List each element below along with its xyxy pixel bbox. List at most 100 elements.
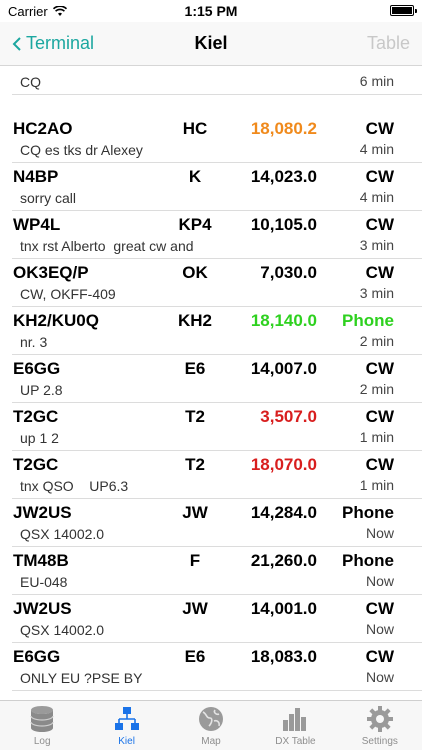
spot-callsign: HC2AO <box>13 119 73 138</box>
spot-age: Now <box>365 621 394 637</box>
row-separator <box>12 690 422 691</box>
gear-icon <box>365 704 395 734</box>
spot-age: 2 min <box>359 333 394 349</box>
spot-comment: QSX 14002.0 <box>20 622 105 638</box>
spot-comment: QSX 14002.0 <box>20 526 105 542</box>
spot-frequency: 3,507.0 <box>260 407 317 426</box>
spot-frequency: 14,001.0 <box>250 599 317 618</box>
spot-list[interactable]: CQ 6 min HC2AO HC 18,080.2 CW CQ es tks … <box>0 67 422 697</box>
tab-kiel[interactable]: Kiel <box>84 701 168 750</box>
spot-frequency: 14,007.0 <box>250 359 317 378</box>
spot-prefix: JW <box>182 503 208 522</box>
spot-comment: CW, OKFF-409 <box>20 286 116 302</box>
spot-row[interactable]: HC2AO HC 18,080.2 CW CQ es tks dr Alexey… <box>0 115 422 163</box>
spot-prefix: KP4 <box>178 215 212 234</box>
navigation-bar: Terminal Kiel Table <box>0 22 422 66</box>
spot-row[interactable]: N4BP K 14,023.0 CW sorry call 4 min <box>0 163 422 211</box>
spot-row[interactable]: JW2US JW 14,284.0 Phone QSX 14002.0 Now <box>0 499 422 547</box>
spot-frequency: 18,070.0 <box>250 455 317 474</box>
spot-age: 4 min <box>359 141 394 157</box>
spot-comment: EU-048 <box>20 574 68 590</box>
spot-comment: CQ es tks dr Alexey <box>20 142 143 158</box>
tab-label: Kiel <box>118 736 135 747</box>
spot-frequency: 10,105.0 <box>250 215 317 234</box>
spot-callsign: WP4L <box>13 215 61 234</box>
spot-mode: CW <box>365 263 394 282</box>
spot-row[interactable]: TM48B F 21,260.0 Phone EU-048 Now <box>0 547 422 595</box>
spot-row[interactable]: KH2/KU0Q KH2 18,140.0 Phone nr. 3 2 min <box>0 307 422 355</box>
spot-age: 3 min <box>359 285 394 301</box>
spot-row[interactable]: CQ 6 min <box>0 67 422 95</box>
tab-label: Settings <box>361 736 398 747</box>
spot-frequency: 7,030.0 <box>260 263 317 282</box>
globe-icon <box>196 704 226 734</box>
spot-row[interactable]: E6GG E6 14,007.0 CW UP 2.8 2 min <box>0 355 422 403</box>
spot-prefix: KH2 <box>177 311 212 330</box>
spot-prefix: E6 <box>184 359 206 378</box>
spot-age: 3 min <box>359 237 394 253</box>
spot-comment: CQ <box>20 74 41 90</box>
table-button[interactable]: Table <box>367 33 410 54</box>
bar-chart-icon <box>280 704 310 734</box>
spot-comment: sorry call <box>20 190 77 206</box>
spot-callsign: T2GC <box>13 455 59 474</box>
spot-row[interactable]: WP4L KP4 10,105.0 CW tnx rst Alberto gre… <box>0 211 422 259</box>
spot-callsign: OK3EQ/P <box>13 263 89 282</box>
battery-icon <box>390 5 417 16</box>
spot-age: 6 min <box>359 73 394 89</box>
spot-prefix: HC <box>182 119 208 138</box>
spot-mode: Phone <box>342 551 394 570</box>
spot-mode: CW <box>365 167 394 186</box>
spot-prefix: T2 <box>185 455 205 474</box>
spot-callsign: JW2US <box>13 599 72 618</box>
spot-comment: nr. 3 <box>20 334 48 350</box>
row-separator <box>12 94 422 95</box>
spot-comment: ONLY EU ?PSE BY <box>20 670 143 686</box>
spot-mode: CW <box>365 359 394 378</box>
spot-callsign: JW2US <box>13 503 72 522</box>
spot-callsign: N4BP <box>13 167 59 186</box>
spot-mode: CW <box>365 407 394 426</box>
spot-mode: CW <box>365 455 394 474</box>
spot-age: 4 min <box>359 189 394 205</box>
spot-frequency: 18,083.0 <box>250 647 317 666</box>
tab-label: Log <box>33 736 51 747</box>
spot-age: Now <box>365 573 394 589</box>
status-bar: Carrier 1:15 PM <box>0 0 422 22</box>
spot-row[interactable]: OK3EQ/P OK 7,030.0 CW CW, OKFF-409 3 min <box>0 259 422 307</box>
spot-prefix: T2 <box>185 407 205 426</box>
tab-map[interactable]: Map <box>169 701 253 750</box>
clock: 1:15 PM <box>184 3 238 19</box>
tab-dx-table[interactable]: DX Table <box>253 701 337 750</box>
spot-row[interactable]: T2GC T2 18,070.0 CW tnx QSO UP6.3 1 min <box>0 451 422 499</box>
spot-frequency: 18,080.2 <box>250 119 317 138</box>
spot-frequency: 14,023.0 <box>250 167 317 186</box>
spot-mode: CW <box>365 215 394 234</box>
spot-row[interactable]: JW2US JW 14,001.0 CW QSX 14002.0 Now <box>0 595 422 643</box>
spot-frequency: 14,284.0 <box>250 503 317 522</box>
spot-age: 1 min <box>359 477 394 493</box>
spot-prefix: JW <box>182 599 208 618</box>
spot-frequency: 21,260.0 <box>250 551 317 570</box>
spot-row[interactable]: E6GG E6 18,083.0 CW ONLY EU ?PSE BY Now <box>0 643 422 691</box>
spot-mode: CW <box>365 599 394 618</box>
spot-callsign: E6GG <box>13 359 61 378</box>
spot-callsign: E6GG <box>13 647 61 666</box>
spot-row[interactable]: T2GC T2 3,507.0 CW up 1 2 1 min <box>0 403 422 451</box>
spot-comment: tnx rst Alberto great cw and <box>20 238 194 254</box>
tab-log[interactable]: Log <box>0 701 84 750</box>
tab-settings[interactable]: Settings <box>338 701 422 750</box>
spot-mode: Phone <box>342 311 394 330</box>
page-title: Kiel <box>194 33 228 53</box>
spot-callsign: T2GC <box>13 407 59 426</box>
spot-prefix: F <box>189 551 201 570</box>
spot-comment: tnx QSO UP6.3 <box>20 478 129 494</box>
spot-mode: Phone <box>342 503 394 522</box>
database-icon <box>27 704 57 734</box>
spot-age: Now <box>365 525 394 541</box>
cluster-network-icon <box>112 704 142 734</box>
tab-label: Map <box>201 736 221 747</box>
spot-prefix: E6 <box>184 647 206 666</box>
spot-frequency: 18,140.0 <box>250 311 317 330</box>
spot-callsign: KH2/KU0Q <box>13 311 99 330</box>
